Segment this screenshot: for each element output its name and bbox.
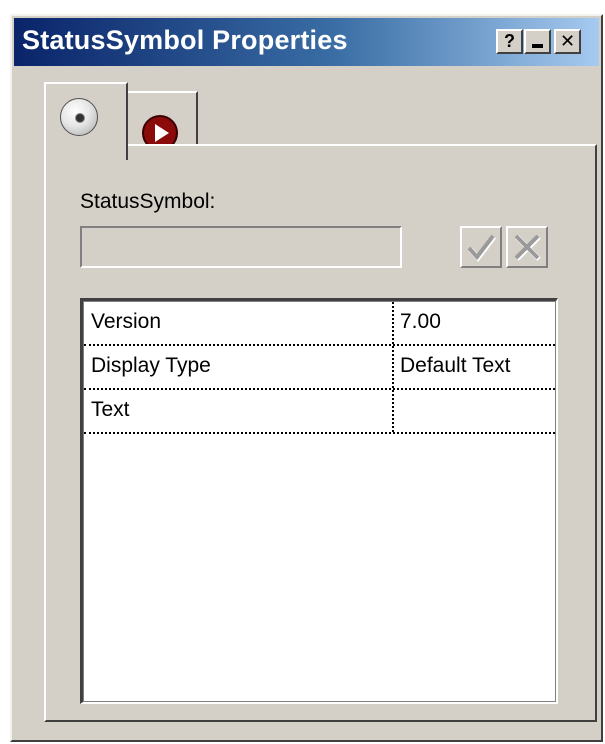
tab-general[interactable] [44,82,128,160]
minimize-button[interactable] [524,29,551,54]
window-title: StatusSymbol Properties [22,25,348,55]
property-value[interactable]: 7.00 [394,302,555,344]
property-name: Version [84,302,394,344]
cancel-button[interactable] [506,226,548,268]
statussymbol-label: StatusSymbol: [80,190,216,213]
disk-icon [60,98,98,136]
property-grid[interactable]: Version 7.00 Display Type Default Text T… [80,298,558,704]
x-icon [514,234,541,261]
property-row-display-type[interactable]: Display Type Default Text [84,346,555,390]
property-value[interactable] [394,390,555,432]
check-icon [467,234,496,262]
property-grid-body: Version 7.00 Display Type Default Text T… [83,301,556,702]
property-name: Text [84,390,394,432]
close-button[interactable]: ✕ [554,29,581,54]
property-row-version[interactable]: Version 7.00 [84,302,555,346]
tab-animation[interactable] [128,91,198,151]
properties-window: StatusSymbol Properties ? ✕ StatusSymbol… [10,14,603,742]
apply-button[interactable] [460,226,502,268]
close-icon: ✕ [559,31,576,51]
help-button[interactable]: ? [496,29,523,54]
tab-page: StatusSymbol: Version 7.00 Display Type … [44,144,597,722]
help-icon: ? [504,31,515,51]
title-bar[interactable]: StatusSymbol Properties ? ✕ [14,18,599,66]
statussymbol-name-input[interactable] [80,226,402,268]
property-value[interactable]: Default Text [394,346,555,388]
minimize-icon [532,44,543,48]
property-name: Display Type [84,346,394,388]
property-row-text[interactable]: Text [84,390,555,434]
